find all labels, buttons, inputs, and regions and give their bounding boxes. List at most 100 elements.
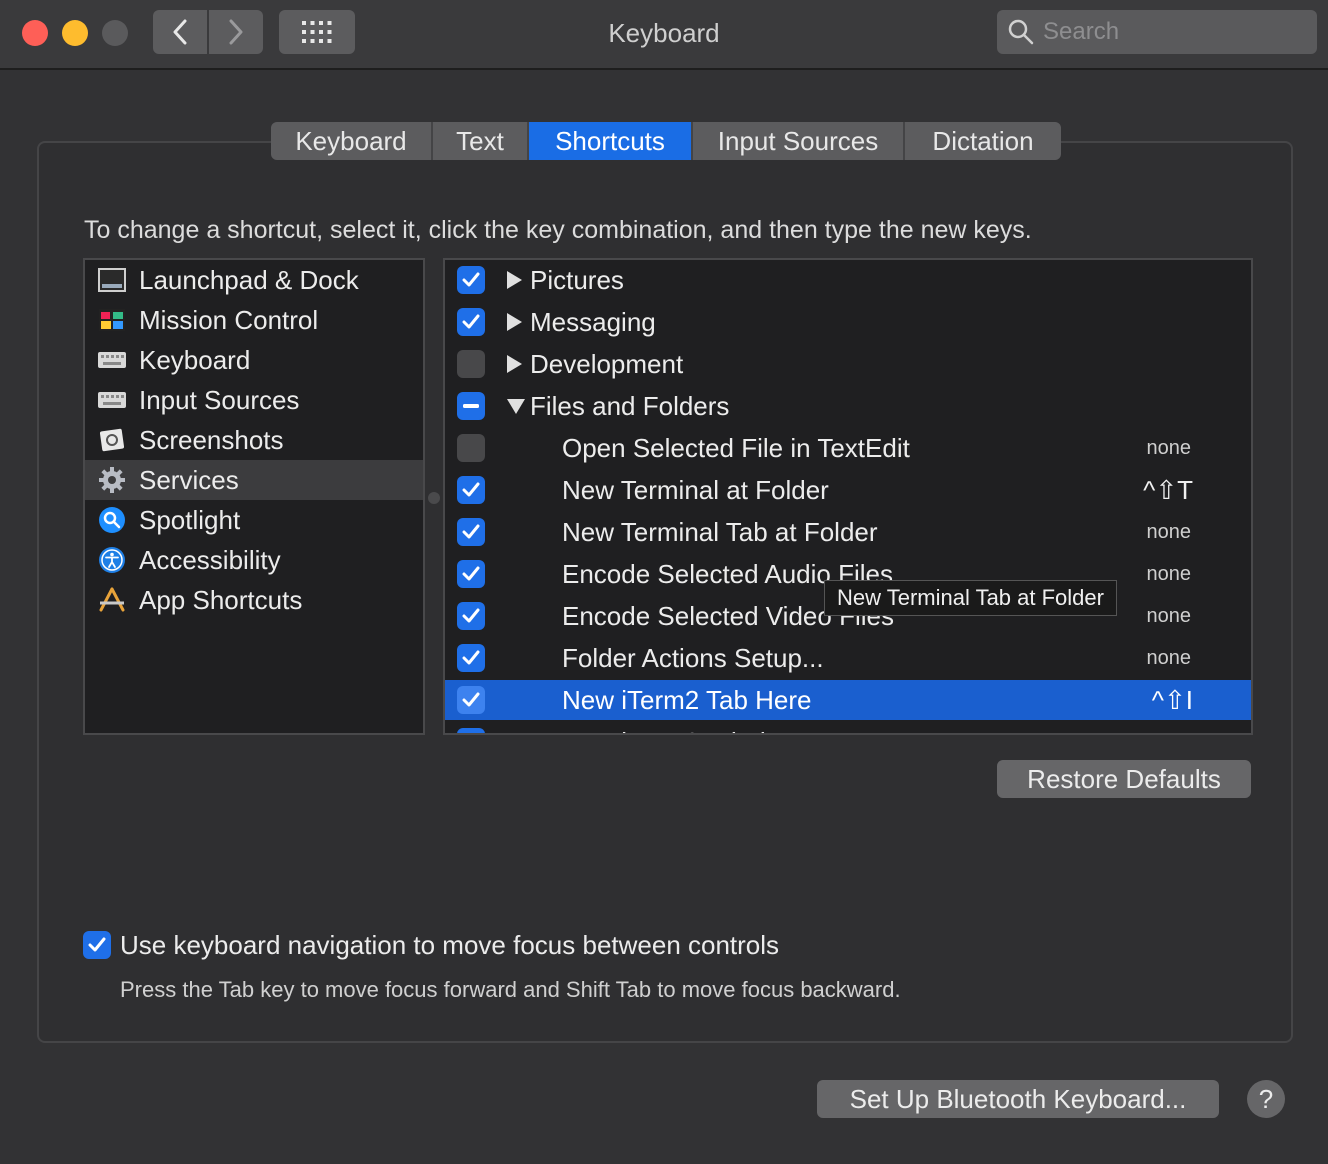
category-keyboard[interactable]: Keyboard: [85, 340, 423, 380]
checkbox[interactable]: [457, 518, 485, 546]
category-app-shortcuts[interactable]: App Shortcuts: [85, 580, 423, 620]
checkbox[interactable]: [457, 560, 485, 588]
search-input[interactable]: [1043, 18, 1303, 46]
tab-keyboard[interactable]: Keyboard: [271, 122, 433, 160]
shortcut-key[interactable]: none: [1147, 437, 1192, 460]
search-icon: [1008, 19, 1034, 45]
checkmark-icon: [462, 734, 480, 735]
help-button[interactable]: ?: [1247, 1080, 1285, 1118]
checkbox-mixed[interactable]: [457, 392, 485, 420]
category-label: Screenshots: [139, 424, 284, 455]
shortcut-group-development[interactable]: Development: [445, 344, 1251, 384]
shortcut-key[interactable]: none: [1147, 563, 1192, 586]
search-field[interactable]: [997, 10, 1317, 54]
checkmark-icon: [462, 566, 480, 581]
shortcut-key[interactable]: none: [1147, 605, 1192, 628]
category-label: Keyboard: [139, 344, 251, 375]
disclosure-triangle-icon[interactable]: [507, 313, 522, 331]
disclosure-triangle-expanded-icon[interactable]: [507, 398, 525, 414]
checkbox[interactable]: [457, 728, 485, 735]
category-list[interactable]: Launchpad & Dock Mission Control Keyboar…: [83, 258, 425, 735]
checkbox[interactable]: [457, 476, 485, 504]
tooltip: New Terminal Tab at Folder: [824, 580, 1117, 616]
title-bar: Keyboard: [0, 0, 1328, 70]
gear-icon: [97, 465, 127, 495]
category-input-sources[interactable]: Input Sources: [85, 380, 423, 420]
group-label: Development: [530, 348, 684, 379]
shortcut-label: New Terminal Tab at Folder: [562, 516, 878, 547]
keyboard-navigation-checkbox[interactable]: [83, 931, 111, 959]
group-label: Files and Folders: [530, 390, 730, 421]
shortcut-key[interactable]: none: [1147, 521, 1192, 544]
shortcut-row-selected[interactable]: New iTerm2 Tab Here ^⇧I: [445, 680, 1251, 720]
group-label: Messaging: [530, 306, 656, 337]
shortcut-key[interactable]: ^⇧T: [1143, 475, 1193, 506]
tab-input-sources[interactable]: Input Sources: [693, 122, 905, 160]
tab-bar: Keyboard Text Shortcuts Input Sources Di…: [271, 122, 1061, 160]
screenshots-icon: [97, 425, 127, 455]
category-spotlight[interactable]: Spotlight: [85, 500, 423, 540]
shortcut-label: New iTerm2 Window Here: [562, 727, 863, 734]
checkbox[interactable]: [457, 602, 485, 630]
shortcut-label: Folder Actions Setup...: [562, 642, 824, 673]
tab-text[interactable]: Text: [433, 122, 529, 160]
checkmark-icon: [462, 692, 480, 707]
shortcut-label: Open Selected File in TextEdit: [562, 432, 910, 463]
checkmark-icon: [462, 314, 480, 329]
checkbox[interactable]: [457, 686, 485, 714]
tab-dictation[interactable]: Dictation: [905, 122, 1061, 160]
bluetooth-keyboard-button[interactable]: Set Up Bluetooth Keyboard...: [817, 1080, 1219, 1118]
checkmark-icon: [462, 272, 480, 287]
category-accessibility[interactable]: Accessibility: [85, 540, 423, 580]
checkbox[interactable]: [457, 350, 485, 378]
shortcut-group-messaging[interactable]: Messaging: [445, 302, 1251, 342]
category-launchpad-dock[interactable]: Launchpad & Dock: [85, 260, 423, 300]
shortcut-row[interactable]: New Terminal at Folder ^⇧T: [445, 470, 1251, 510]
accessibility-icon: [97, 545, 127, 575]
disclosure-triangle-icon[interactable]: [507, 271, 522, 289]
shortcut-row[interactable]: Open Selected File in TextEdit none: [445, 428, 1251, 468]
shortcut-key[interactable]: none: [1147, 647, 1192, 670]
keyboard-icon: [97, 345, 127, 375]
checkbox[interactable]: [457, 308, 485, 336]
input-sources-icon: [97, 385, 127, 415]
shortcut-row[interactable]: Folder Actions Setup... none: [445, 638, 1251, 678]
category-label: Launchpad & Dock: [139, 264, 359, 295]
restore-defaults-button[interactable]: Restore Defaults: [997, 760, 1251, 798]
shortcut-group-files-and-folders[interactable]: Files and Folders: [445, 386, 1251, 426]
spotlight-icon: [97, 505, 127, 535]
splitter-handle[interactable]: [428, 492, 440, 504]
group-label: Pictures: [530, 264, 624, 295]
shortcut-list[interactable]: Pictures Messaging Development Files and…: [443, 258, 1253, 735]
mission-control-icon: [97, 305, 127, 335]
checkmark-icon: [462, 524, 480, 539]
shortcut-row[interactable]: New iTerm2 Window Here: [445, 722, 1251, 735]
tab-shortcuts[interactable]: Shortcuts: [529, 122, 693, 160]
checkmark-icon: [462, 608, 480, 623]
category-label: Input Sources: [139, 384, 300, 415]
category-services[interactable]: Services: [85, 460, 423, 500]
checkmark-icon: [88, 937, 106, 952]
checkmark-icon: [462, 482, 480, 497]
keyboard-navigation-label[interactable]: Use keyboard navigation to move focus be…: [120, 930, 779, 961]
instructions-text: To change a shortcut, select it, click t…: [84, 216, 1032, 244]
keyboard-navigation-hint: Press the Tab key to move focus forward …: [120, 977, 901, 1002]
shortcut-label: New Terminal at Folder: [562, 474, 829, 505]
category-screenshots[interactable]: Screenshots: [85, 420, 423, 460]
shortcut-row[interactable]: New Terminal Tab at Folder none: [445, 512, 1251, 552]
shortcut-key[interactable]: ^⇧I: [1152, 685, 1193, 716]
launchpad-dock-icon: [97, 265, 127, 295]
checkbox[interactable]: [457, 266, 485, 294]
checkbox[interactable]: [457, 644, 485, 672]
category-label: Accessibility: [139, 544, 281, 575]
checkmark-icon: [462, 650, 480, 665]
category-label: Spotlight: [139, 504, 241, 535]
checkbox[interactable]: [457, 434, 485, 462]
minus-icon: [463, 404, 479, 408]
shortcut-label: New iTerm2 Tab Here: [562, 684, 812, 715]
category-mission-control[interactable]: Mission Control: [85, 300, 423, 340]
shortcut-group-pictures[interactable]: Pictures: [445, 260, 1251, 300]
category-label: App Shortcuts: [139, 584, 303, 615]
category-label: Services: [139, 464, 239, 495]
disclosure-triangle-icon[interactable]: [507, 355, 522, 373]
